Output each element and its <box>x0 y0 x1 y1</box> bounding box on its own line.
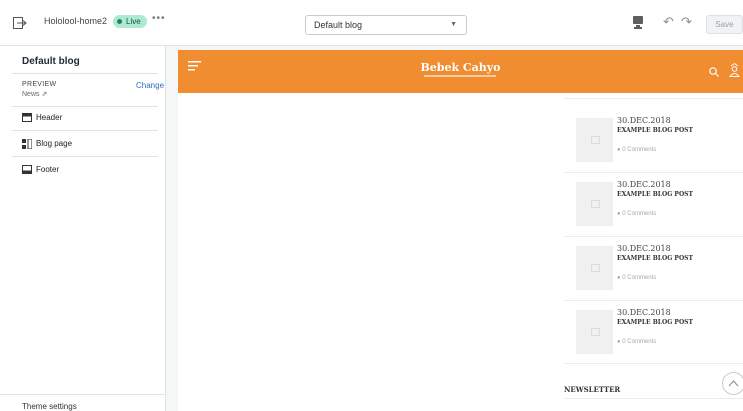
post-title[interactable]: EXAMPLE BLOG POST <box>617 255 693 262</box>
search-icon[interactable] <box>709 67 719 77</box>
divider <box>0 394 166 395</box>
redo-icon[interactable]: ↷ <box>681 14 692 30</box>
blog-post-item[interactable]: 30.DEC.2018 EXAMPLE BLOG POST ● 0 Commen… <box>564 308 722 364</box>
sidebar-item-header[interactable]: Header <box>22 111 62 125</box>
preview-label: PREVIEW <box>22 81 57 88</box>
post-comments: ● 0 Comments <box>617 211 657 217</box>
post-comments-text: 0 Comments <box>622 275 657 281</box>
divider <box>12 106 158 107</box>
preview-value-text: News <box>22 91 40 98</box>
post-comments-text: 0 Comments <box>622 147 657 153</box>
sidebar-item-blog-page[interactable]: Blog page <box>22 137 72 151</box>
account-icon[interactable] <box>729 63 740 77</box>
sidebar-item-footer[interactable]: Footer <box>22 163 59 177</box>
newsletter-heading: NEWSLETTER <box>564 385 621 394</box>
post-date: 30.DEC.2018 <box>617 116 671 125</box>
post-thumbnail <box>576 246 613 290</box>
post-comments: ● 0 Comments <box>617 339 657 345</box>
scroll-to-top-button[interactable] <box>722 372 743 395</box>
blog-page-icon <box>22 138 32 149</box>
chevron-down-icon: ▼ <box>450 21 457 28</box>
post-date: 30.DEC.2018 <box>617 180 671 189</box>
sidebar-item-label: Header <box>36 113 63 122</box>
blog-post-item[interactable]: 30.DEC.2018 EXAMPLE BLOG POST ● 0 Commen… <box>564 244 722 300</box>
store-logo[interactable]: Bebek Cahyo <box>178 61 743 74</box>
footer-section-icon <box>22 165 32 175</box>
exit-icon[interactable] <box>13 17 27 29</box>
divider <box>12 156 158 157</box>
post-title[interactable]: EXAMPLE BLOG POST <box>617 319 693 326</box>
sidebar-item-label: Footer <box>36 165 60 174</box>
theme-name: Hololool-home2 <box>44 16 108 26</box>
editor-sidebar: Default blog PREVIEW News ⇗ Change Heade… <box>0 46 166 411</box>
theme-settings-link[interactable]: Theme settings <box>22 402 77 411</box>
external-link-icon[interactable]: ⇗ <box>41 91 47 98</box>
divider <box>564 363 743 364</box>
header-section-icon <box>22 113 32 123</box>
post-title[interactable]: EXAMPLE BLOG POST <box>617 191 693 198</box>
divider <box>564 98 743 99</box>
blog-post-item[interactable]: 30.DEC.2018 EXAMPLE BLOG POST ● 0 Commen… <box>564 180 722 236</box>
post-comments-text: 0 Comments <box>622 339 657 345</box>
sidebar-item-label: Blog page <box>36 139 73 148</box>
change-preview-link[interactable]: Change <box>136 81 164 90</box>
desktop-view-icon[interactable] <box>633 16 643 29</box>
storefront-preview: Bebek Cahyo 30.DEC.2018 EXAMPLE BLOG POS… <box>178 50 743 411</box>
editor-topbar: Hololool-home2 Live ••• Default blog ▼ ↶… <box>0 0 743 46</box>
divider <box>12 130 158 131</box>
preview-canvas: Bebek Cahyo 30.DEC.2018 EXAMPLE BLOG POS… <box>166 46 743 411</box>
template-select-value: Default blog <box>314 20 363 30</box>
save-button[interactable]: Save <box>706 15 743 34</box>
template-select[interactable]: Default blog ▼ <box>305 15 467 35</box>
post-date: 30.DEC.2018 <box>617 308 671 317</box>
preview-value: News ⇗ <box>22 90 47 98</box>
store-tagline-bar <box>424 75 496 77</box>
divider <box>564 172 743 173</box>
blog-post-item[interactable]: 30.DEC.2018 EXAMPLE BLOG POST ● 0 Commen… <box>564 116 722 172</box>
divider <box>12 73 158 74</box>
post-thumbnail <box>576 118 613 162</box>
store-header: Bebek Cahyo <box>178 50 743 93</box>
chevron-up-icon <box>728 380 739 387</box>
post-comments: ● 0 Comments <box>617 147 657 153</box>
post-comments: ● 0 Comments <box>617 275 657 281</box>
post-thumbnail <box>576 310 613 354</box>
undo-icon[interactable]: ↶ <box>663 14 674 30</box>
divider <box>564 236 743 237</box>
post-date: 30.DEC.2018 <box>617 244 671 253</box>
post-title[interactable]: EXAMPLE BLOG POST <box>617 127 693 134</box>
post-comments-text: 0 Comments <box>622 211 657 217</box>
divider <box>564 398 743 399</box>
live-badge: Live <box>113 15 147 28</box>
sidebar-title: Default blog <box>22 56 80 67</box>
more-actions-button[interactable]: ••• <box>152 13 166 24</box>
post-thumbnail <box>576 182 613 226</box>
divider <box>564 300 743 301</box>
